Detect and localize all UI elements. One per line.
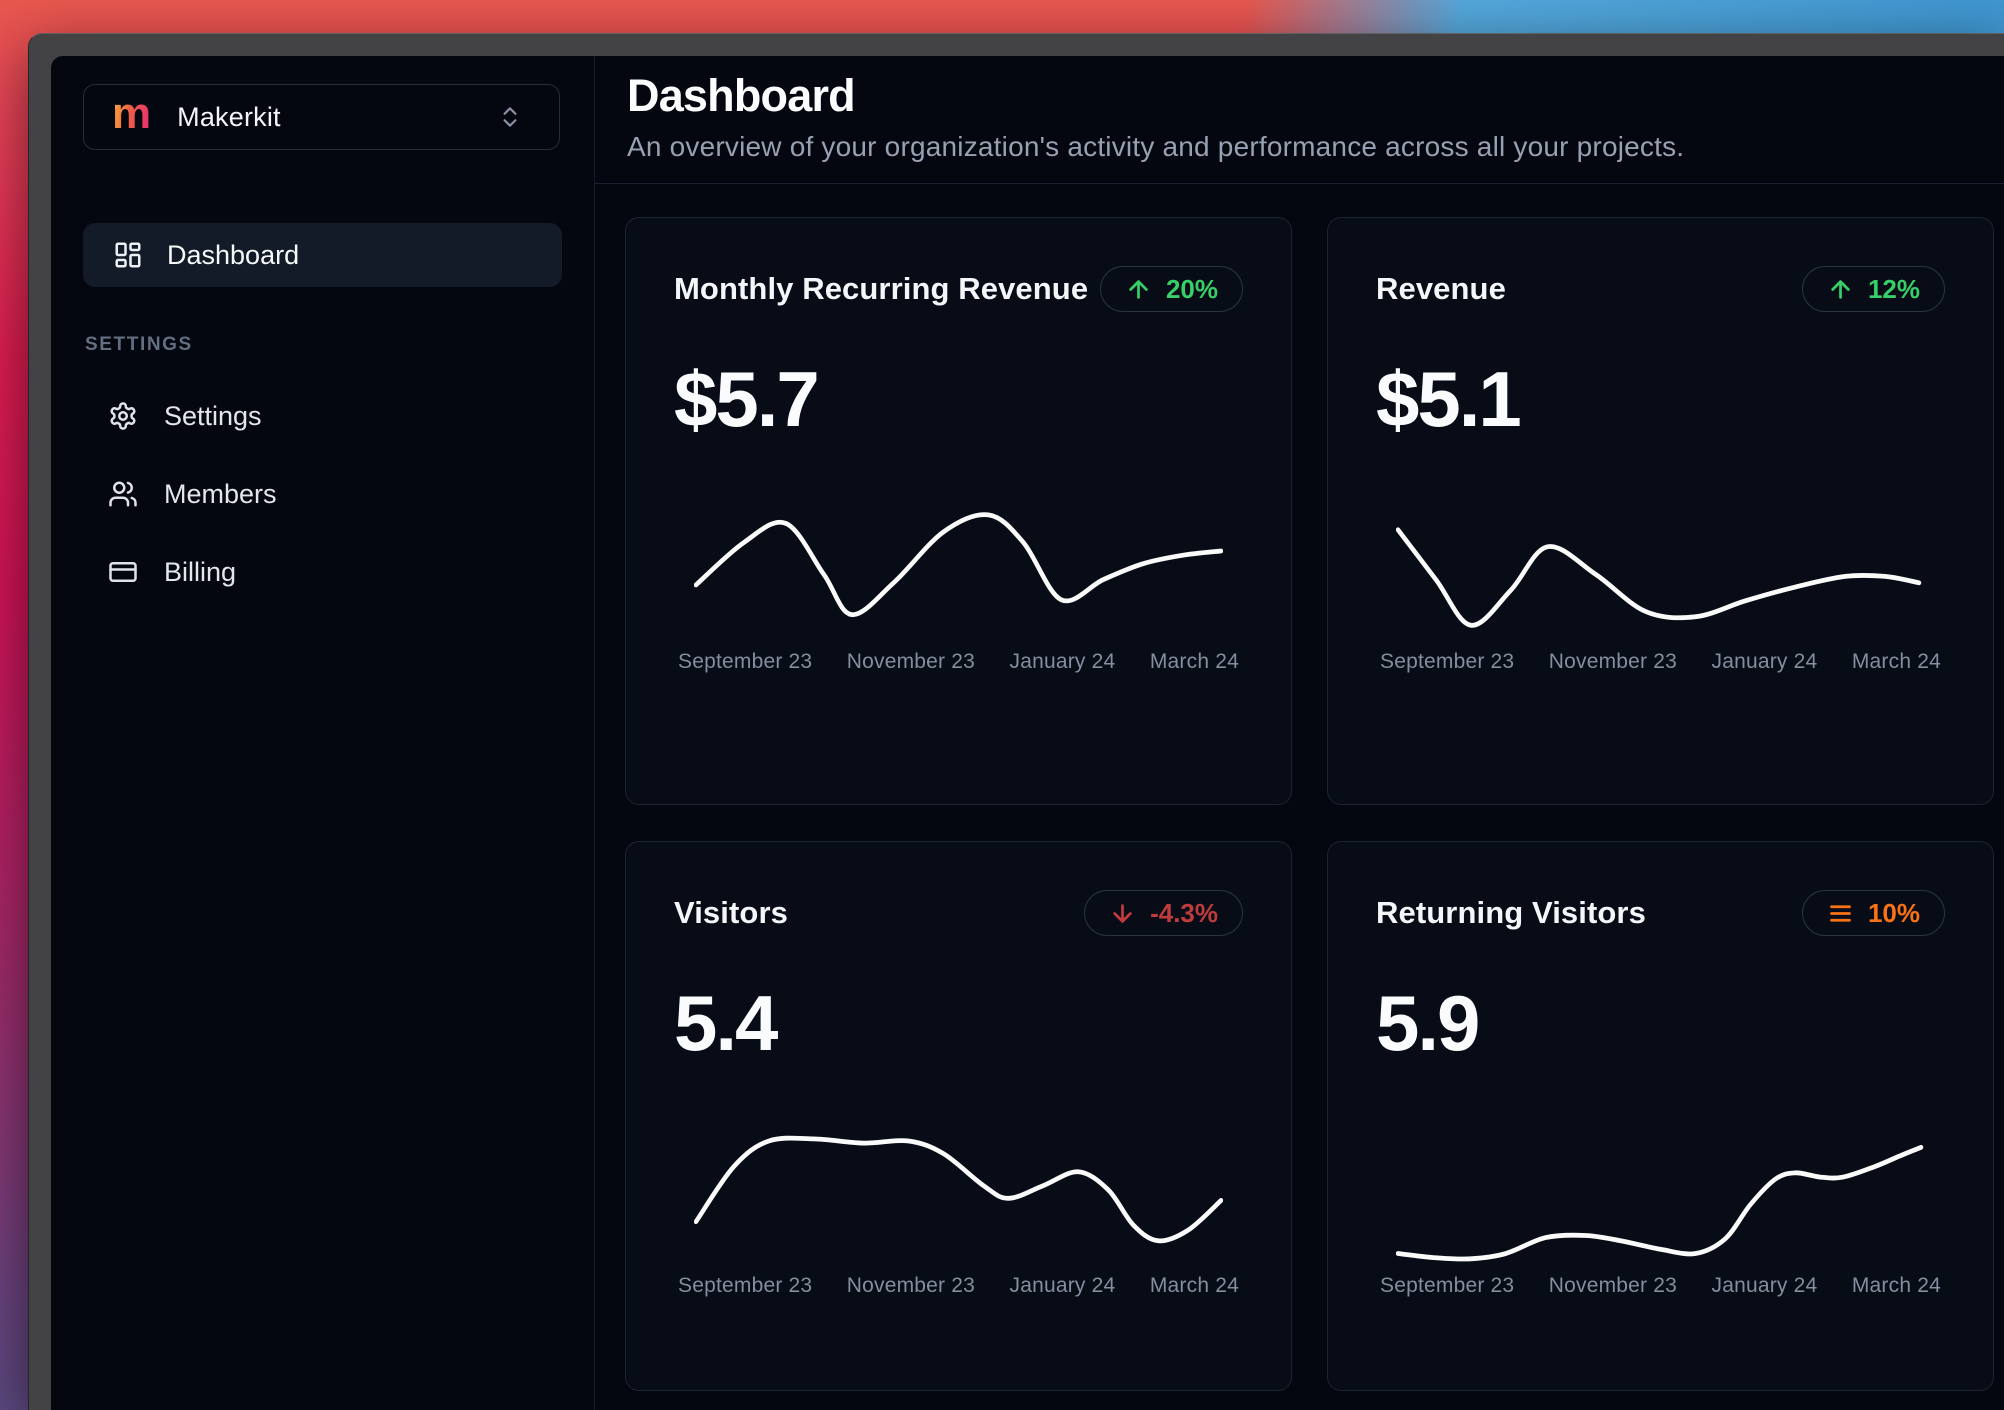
users-icon [108, 479, 138, 509]
sidebar-item-label: Settings [164, 400, 262, 431]
sidebar-item-billing[interactable]: Billing [83, 552, 562, 592]
sidebar-item-dashboard[interactable]: Dashboard [83, 223, 562, 287]
sparkline-chart [1396, 527, 1922, 628]
sidebar-section-label: SETTINGS [85, 334, 193, 355]
sidebar-item-members[interactable]: Members [83, 474, 562, 514]
credit-card-icon [108, 557, 138, 587]
card-title: Monthly Recurring Revenue [674, 271, 1089, 306]
stats-grid: Monthly Recurring Revenue 20% $5.7 Septe… [625, 217, 1994, 1391]
trend-value: 20% [1165, 273, 1218, 304]
layout-dashboard-icon [113, 240, 143, 270]
x-tick: March 24 [1149, 650, 1239, 673]
x-tick: January 24 [1009, 650, 1116, 673]
card-revenue: Revenue 12% $5.1 September 23 November 2… [1327, 217, 1994, 805]
x-tick: September 23 [678, 650, 813, 673]
x-tick: November 23 [846, 1274, 976, 1297]
x-tick: March 24 [1851, 650, 1941, 673]
workspace-name: Makerkit [177, 101, 281, 132]
x-axis-labels: September 23 November 23 January 24 Marc… [674, 650, 1243, 674]
x-tick: September 23 [1380, 1274, 1515, 1297]
trend-badge: 12% [1801, 266, 1945, 312]
sidebar-item-label: Billing [164, 556, 237, 587]
trend-value: -4.3% [1150, 897, 1218, 928]
x-tick: November 23 [1548, 1274, 1678, 1297]
sparkline-chart [694, 1135, 1223, 1244]
x-tick: January 24 [1009, 1274, 1116, 1297]
arrow-down-icon [1109, 900, 1136, 927]
page-title: Dashboard [627, 70, 856, 121]
metric-value: $5.1 [1376, 355, 1522, 443]
menu-trend-icon [1827, 900, 1854, 927]
sidebar-item-label: Members [164, 478, 277, 509]
chevrons-up-down-icon [497, 104, 523, 130]
x-axis-labels: September 23 November 23 January 24 Marc… [1376, 650, 1945, 674]
metric-value: $5.7 [674, 355, 820, 443]
main-area: Dashboard An overview of your organizati… [595, 56, 2004, 1410]
card-monthly-recurring-revenue: Monthly Recurring Revenue 20% $5.7 Septe… [625, 217, 1292, 805]
trend-value: 10% [1867, 897, 1920, 928]
sidebar: m Makerkit Dashboard SETTINGS Settings M… [51, 56, 595, 1410]
sparkline-chart [1396, 1144, 1924, 1262]
app-content: m Makerkit Dashboard SETTINGS Settings M… [51, 56, 2004, 1410]
trend-badge: 10% [1801, 890, 1945, 936]
sidebar-item-label: Dashboard [167, 239, 300, 270]
card-title: Revenue [1376, 271, 1506, 306]
x-tick: January 24 [1711, 650, 1818, 673]
card-visitors: Visitors -4.3% 5.4 September 23 November… [625, 841, 1292, 1391]
page-subtitle: An overview of your organization's activ… [627, 131, 1685, 162]
gear-icon [108, 401, 138, 431]
x-tick: September 23 [678, 1274, 813, 1297]
arrow-up-icon [1827, 276, 1854, 303]
metric-value: 5.9 [1376, 979, 1480, 1067]
card-title: Returning Visitors [1376, 895, 1646, 930]
sidebar-item-settings[interactable]: Settings [83, 396, 562, 436]
card-returning-visitors: Returning Visitors 10% 5.9 September 23 … [1327, 841, 1994, 1391]
metric-value: 5.4 [674, 979, 778, 1067]
x-axis-labels: September 23 November 23 January 24 Marc… [674, 1274, 1243, 1298]
x-tick: March 24 [1149, 1274, 1239, 1297]
x-tick: January 24 [1711, 1274, 1818, 1297]
x-tick: November 23 [846, 650, 976, 673]
trend-badge: 20% [1099, 266, 1243, 312]
settings-nav: Settings Members Billing [83, 396, 562, 630]
x-tick: September 23 [1380, 650, 1515, 673]
arrow-up-icon [1125, 276, 1152, 303]
workspace-selector[interactable]: m Makerkit [83, 84, 560, 150]
sidebar-nav: Dashboard [83, 223, 562, 287]
x-tick: March 24 [1851, 1274, 1941, 1297]
app-window: m Makerkit Dashboard SETTINGS Settings M… [28, 33, 2004, 1410]
sparkline-chart [694, 512, 1223, 618]
page-header: Dashboard An overview of your organizati… [595, 56, 2004, 184]
x-tick: November 23 [1548, 650, 1678, 673]
x-axis-labels: September 23 November 23 January 24 Marc… [1376, 1274, 1945, 1298]
makerkit-logo: m [112, 89, 152, 138]
card-title: Visitors [674, 895, 788, 930]
trend-badge: -4.3% [1084, 890, 1243, 936]
trend-value: 12% [1867, 273, 1920, 304]
